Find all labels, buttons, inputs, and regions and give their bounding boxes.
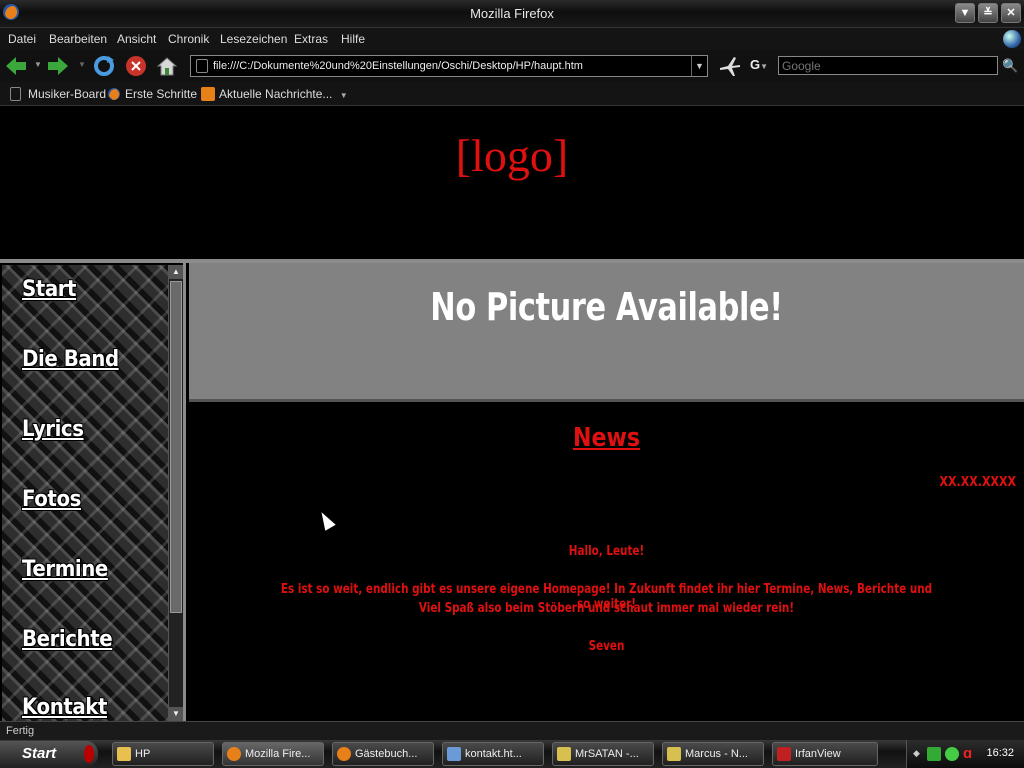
task-irfanview[interactable]: IrfanView [772, 742, 878, 766]
chevron-down-icon: ▼ [339, 91, 348, 100]
back-arrow-icon[interactable] [4, 54, 28, 78]
throbber-globe-icon [1003, 30, 1021, 48]
no-picture-text: No Picture Available! [430, 285, 783, 329]
clock[interactable]: 16:32 [986, 747, 1014, 759]
status-text: Fertig [6, 725, 35, 737]
menu-extras[interactable]: Extras [294, 32, 328, 46]
tray-expand-icon[interactable]: ◆ [913, 748, 920, 759]
left-nav-frame: Start Die Band Lyrics Fotos Termine Beri… [0, 263, 186, 721]
task-gaestebuch[interactable]: Gästebuch... [332, 742, 434, 766]
menu-bar: Datei Bearbeiten Ansicht Chronik Lesezei… [0, 28, 1024, 50]
nav-link-berichte[interactable]: Berichte [22, 627, 113, 652]
back-dropdown-icon[interactable]: ▼ [34, 60, 42, 69]
maximize-button[interactable]: ≚ [978, 3, 998, 23]
google-engine-icon[interactable]: G▼ [750, 57, 776, 75]
close-button[interactable]: ✕ [1001, 3, 1021, 23]
news-greeting: Hallo, Leute! [568, 544, 645, 559]
bookmark-musiker-board[interactable]: Musiker-Board [10, 86, 106, 103]
network-icon[interactable] [927, 747, 941, 761]
firefox-icon [108, 88, 120, 100]
status-bar: Fertig [0, 721, 1024, 740]
url-input[interactable] [213, 58, 683, 74]
news-signature: Seven [588, 639, 625, 654]
menu-datei[interactable]: Datei [8, 32, 36, 46]
nav-link-termine[interactable]: Termine [22, 557, 108, 582]
bookmark-aktuelle-nachrichten[interactable]: Aktuelle Nachrichte... ▼ [201, 86, 348, 103]
home-icon[interactable] [155, 54, 179, 78]
forward-dropdown-icon[interactable]: ▼ [78, 60, 86, 69]
news-line-2: Viel Spaß also beim Stöbern und schaut i… [418, 601, 795, 616]
search-box: G▼ 🔍 [750, 56, 1022, 78]
navigation-toolbar: ▼ ▼ ▼ G▼ 🔍 [0, 50, 1024, 82]
news-date: XX.XX.XXXX [939, 475, 1016, 490]
site-logo: [logo] [455, 130, 569, 181]
window-titlebar: Mozilla Firefox ▼ ≚ ✕ [0, 0, 1024, 28]
document-icon [447, 747, 461, 761]
menu-lesezeichen[interactable]: Lesezeichen [220, 32, 287, 46]
search-input[interactable] [778, 56, 998, 75]
nav-link-die-band[interactable]: Die Band [22, 347, 119, 372]
nav-link-start[interactable]: Start [22, 277, 77, 302]
folder-icon [117, 747, 131, 761]
task-hp[interactable]: HP [112, 742, 214, 766]
system-tray: ◆ ɑ 16:32 [906, 740, 1024, 768]
menu-bearbeiten[interactable]: Bearbeiten [49, 32, 107, 46]
checker-plate-background: Start Die Band Lyrics Fotos Termine Beri… [2, 265, 168, 721]
nav-link-fotos[interactable]: Fotos [22, 487, 81, 512]
taskbar: Start HP Mozilla Fire... Gästebuch... ko… [0, 740, 1024, 768]
window-title: Mozilla Firefox [470, 6, 554, 21]
news-heading: News [572, 423, 641, 453]
search-icon[interactable]: 🔍 [1002, 58, 1018, 74]
chat-icon [667, 747, 681, 761]
airplane-icon[interactable] [718, 54, 742, 78]
nav-link-lyrics[interactable]: Lyrics [22, 417, 84, 442]
bookmarks-toolbar: Musiker-Board Erste Schritte Aktuelle Na… [0, 82, 1024, 106]
task-mrsatan[interactable]: MrSATAN -... [552, 742, 654, 766]
reload-icon[interactable] [92, 54, 116, 78]
antivirus-icon[interactable]: ɑ [963, 745, 972, 762]
url-dropdown-icon[interactable]: ▼ [691, 56, 707, 76]
task-mozilla-firefox[interactable]: Mozilla Fire... [222, 742, 324, 766]
scroll-up-arrow-icon[interactable]: ▲ [169, 265, 183, 279]
task-marcus[interactable]: Marcus - N... [662, 742, 764, 766]
chat-icon [557, 747, 571, 761]
page-icon [196, 59, 208, 73]
irfanview-icon [777, 747, 791, 761]
main-content-frame: News XX.XX.XXXX Hallo, Leute! Es ist so … [189, 405, 1024, 721]
menu-ansicht[interactable]: Ansicht [117, 32, 156, 46]
firefox-icon [337, 747, 351, 761]
firefox-icon [227, 747, 241, 761]
scrollbar-thumb[interactable] [170, 281, 182, 613]
stop-icon[interactable] [124, 54, 148, 78]
rss-feed-icon [201, 87, 215, 101]
menu-hilfe[interactable]: Hilfe [341, 32, 365, 46]
address-bar[interactable]: ▼ [190, 55, 708, 77]
nav-link-kontakt[interactable]: Kontakt [22, 695, 107, 720]
scroll-down-arrow-icon[interactable]: ▼ [169, 707, 183, 721]
start-button[interactable]: Start [0, 741, 98, 767]
menu-chronik[interactable]: Chronik [168, 32, 209, 46]
start-orb-icon [84, 745, 94, 763]
messenger-icon[interactable] [945, 747, 959, 761]
bookmark-erste-schritte[interactable]: Erste Schritte [107, 86, 197, 103]
nav-scrollbar[interactable]: ▲ ▼ [168, 265, 183, 721]
page-header: [logo] [0, 107, 1024, 259]
minimize-button[interactable]: ▼ [955, 3, 975, 23]
task-kontakt[interactable]: kontakt.ht... [442, 742, 544, 766]
forward-arrow-icon[interactable] [46, 54, 70, 78]
picture-banner: No Picture Available! [189, 263, 1024, 402]
page-icon [10, 87, 21, 101]
